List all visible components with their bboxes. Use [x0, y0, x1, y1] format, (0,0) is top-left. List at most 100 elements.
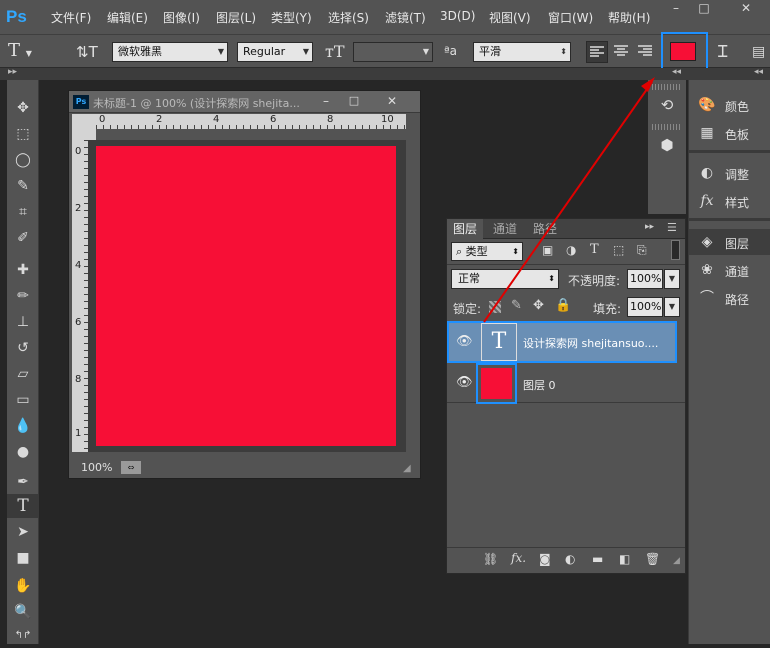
align-right-button[interactable]: [635, 41, 657, 63]
filter-smart-object-icon[interactable]: ⎘: [637, 243, 647, 258]
pen-tool-icon[interactable]: ✒: [7, 470, 39, 494]
layers-panel-tab[interactable]: ◈ 图层: [689, 229, 770, 255]
lock-transparent-icon[interactable]: [489, 301, 501, 313]
hand-tool-icon[interactable]: ✋: [7, 574, 39, 598]
character-panel-icon[interactable]: ▤: [752, 41, 768, 63]
menu-filter[interactable]: 滤镜(T): [385, 9, 426, 26]
menu-layer[interactable]: 图层(L): [216, 9, 256, 26]
history-brush-tool-icon[interactable]: ↺: [7, 336, 39, 360]
font-family-select[interactable]: 微软雅黑 ▼: [112, 42, 228, 62]
eraser-tool-icon[interactable]: ▱: [7, 362, 39, 386]
color-panel-tab[interactable]: 🎨 颜色: [689, 92, 770, 118]
new-group-folder-icon[interactable]: ▬: [592, 552, 603, 566]
status-menu-icon[interactable]: ⇔: [121, 461, 141, 474]
swatches-panel-tab[interactable]: ▦ 色板: [689, 120, 770, 146]
filter-pixel-icon[interactable]: ▣: [542, 243, 553, 257]
vertical-ruler[interactable]: 0 2 4 6 8 1: [72, 140, 88, 452]
quick-select-tool-icon[interactable]: ✎: [7, 174, 39, 198]
collapse-icon[interactable]: ◂◂: [672, 67, 681, 77]
filter-toggle-switch[interactable]: [671, 240, 680, 260]
3d-panel-icon[interactable]: ⬢: [656, 134, 678, 156]
resize-grip-icon[interactable]: ◢: [403, 463, 411, 474]
close-window-button[interactable]: ✕: [722, 0, 770, 18]
layer-style-fx-icon[interactable]: fx.: [511, 551, 526, 565]
zoom-level[interactable]: 100%: [81, 461, 112, 474]
filter-shape-icon[interactable]: ⬚: [613, 243, 624, 257]
filter-adjustment-icon[interactable]: ◑: [566, 243, 576, 257]
menu-3d[interactable]: 3D(D): [440, 9, 475, 23]
collapse-icon[interactable]: ◂◂: [754, 67, 763, 77]
marquee-tool-icon[interactable]: ⬚: [7, 122, 39, 146]
opacity-dropdown-button[interactable]: ▼: [664, 269, 680, 289]
align-center-button[interactable]: [611, 41, 633, 63]
styles-panel-tab[interactable]: fx 样式: [689, 188, 770, 214]
blur-tool-icon[interactable]: 💧: [7, 414, 39, 438]
maximize-button[interactable]: □: [688, 0, 720, 18]
font-size-select[interactable]: ▼: [353, 42, 433, 62]
menu-window[interactable]: 窗口(W): [548, 9, 593, 26]
doc-minimize-button[interactable]: –: [313, 94, 339, 110]
text-color-swatch[interactable]: [670, 42, 696, 61]
layer-filter-select[interactable]: ⌕ 类型 ⬍: [451, 242, 523, 261]
ruler-origin[interactable]: [72, 114, 96, 140]
lock-brush-icon[interactable]: ✎: [511, 298, 522, 313]
type-tool-icon[interactable]: T: [7, 494, 39, 518]
doc-maximize-button[interactable]: □: [341, 94, 367, 110]
menu-view[interactable]: 视图(V): [489, 9, 531, 26]
adjustments-panel-tab[interactable]: ◐ 调整: [689, 160, 770, 186]
doc-close-button[interactable]: ✕: [379, 94, 405, 110]
dock-grip[interactable]: [652, 124, 682, 130]
move-tool-icon[interactable]: ✥: [7, 96, 39, 120]
menu-select[interactable]: 选择(S): [328, 9, 369, 26]
adjustment-layer-icon[interactable]: ◐: [565, 552, 575, 566]
font-style-select[interactable]: Regular ▼: [237, 42, 313, 62]
gradient-tool-icon[interactable]: ▭: [7, 388, 39, 412]
menu-edit[interactable]: 编辑(E): [107, 9, 148, 26]
clone-stamp-tool-icon[interactable]: ⊥: [7, 310, 39, 334]
type-tool-preset-icon[interactable]: T ▼: [8, 40, 58, 62]
layer-name[interactable]: 设计探索网 shejitansuo....: [523, 335, 658, 351]
layer-name[interactable]: 图层 0: [523, 377, 556, 393]
tab-channels[interactable]: 通道: [487, 219, 523, 239]
healing-brush-tool-icon[interactable]: ✚: [7, 258, 39, 282]
lock-position-icon[interactable]: ✥: [533, 298, 544, 313]
crop-tool-icon[interactable]: ⌗: [7, 200, 39, 224]
collapse-icon[interactable]: ▸▸: [645, 222, 654, 232]
dodge-tool-icon[interactable]: ●: [7, 440, 39, 464]
fill-dropdown-button[interactable]: ▼: [664, 297, 680, 317]
tab-layers[interactable]: 图层: [447, 219, 483, 239]
align-left-button[interactable]: [586, 41, 608, 63]
channels-panel-tab[interactable]: ❀ 通道: [689, 257, 770, 283]
history-panel-icon[interactable]: ⟲: [656, 94, 678, 116]
delete-layer-trash-icon[interactable]: 🗑: [645, 552, 660, 566]
zoom-tool-icon[interactable]: 🔍: [7, 600, 39, 624]
tab-paths[interactable]: 路径: [527, 219, 563, 239]
expand-icon[interactable]: ▸▸: [8, 67, 17, 77]
blend-mode-select[interactable]: 正常 ⬍: [451, 269, 559, 289]
document-title-bar[interactable]: Ps 未标题-1 @ 100% (设计探索网 shejita... – □ ✕: [69, 91, 420, 113]
swap-colors-icon[interactable]: ↰↱: [7, 624, 39, 648]
lock-all-icon[interactable]: 🔒: [555, 298, 571, 313]
horizontal-ruler[interactable]: 0 2 4 6 8 10: [96, 114, 406, 129]
menu-image[interactable]: 图像(I): [163, 9, 200, 26]
brush-tool-icon[interactable]: ✏: [7, 284, 39, 308]
panel-menu-icon[interactable]: ☰: [667, 221, 677, 234]
document-canvas[interactable]: [96, 146, 396, 446]
eyedropper-tool-icon[interactable]: ✐: [7, 226, 39, 250]
path-select-tool-icon[interactable]: ➤: [7, 520, 39, 544]
visibility-eye-icon[interactable]: 👁: [456, 375, 473, 390]
layer-row-pixel[interactable]: 👁 图层 0: [447, 363, 685, 404]
link-layers-icon[interactable]: ⛓: [483, 552, 498, 566]
dock-grip[interactable]: [652, 84, 682, 90]
opacity-input[interactable]: 100%: [627, 269, 663, 289]
menu-type[interactable]: 类型(Y): [271, 9, 312, 26]
menu-help[interactable]: 帮助(H): [608, 9, 650, 26]
add-mask-icon[interactable]: ◙: [539, 552, 551, 566]
layer-row-text[interactable]: 👁 T 设计探索网 shejitansuo....: [447, 321, 677, 363]
paths-panel-tab[interactable]: ⌒ 路径: [689, 285, 770, 311]
rectangle-tool-icon[interactable]: ■: [7, 546, 39, 570]
visibility-eye-icon[interactable]: 👁: [456, 334, 473, 349]
antialias-select[interactable]: 平滑 ⬍: [473, 42, 571, 62]
toggle-text-orientation-icon[interactable]: ⇅T: [76, 41, 98, 63]
fill-input[interactable]: 100%: [627, 297, 663, 317]
